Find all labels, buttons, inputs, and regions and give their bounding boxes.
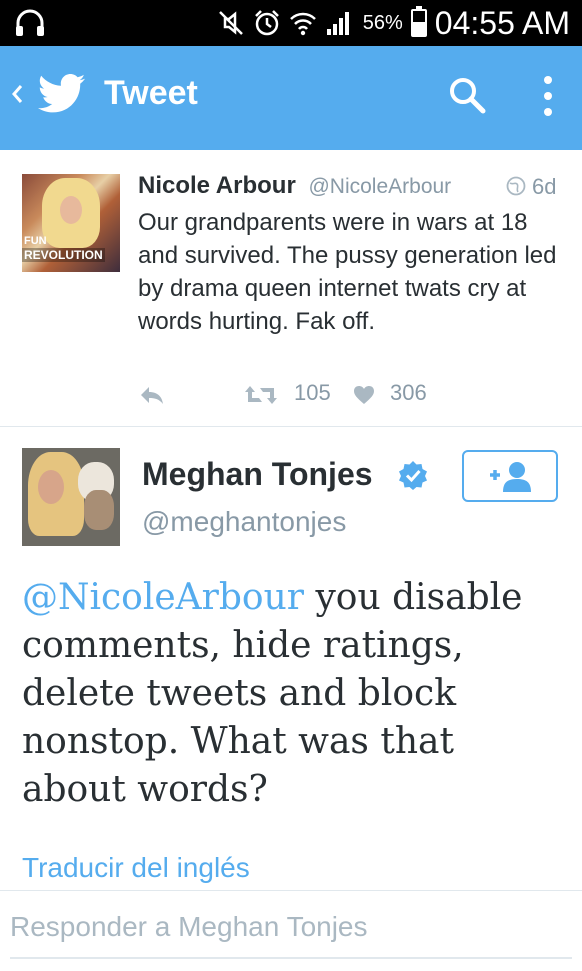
reply-input[interactable]: [10, 907, 570, 947]
heart-icon[interactable]: [352, 383, 376, 407]
more-vert-icon[interactable]: [538, 72, 558, 120]
reply-icon[interactable]: [138, 384, 166, 406]
status-bar: 56% 04:55 AM: [0, 0, 582, 46]
search-icon[interactable]: [446, 74, 488, 116]
wifi-icon: [289, 12, 316, 36]
signal-icon: [326, 12, 349, 35]
globe-icon: [506, 176, 526, 196]
tweet-actions: 105 306: [138, 380, 558, 410]
tweet-age: 6d: [532, 174, 557, 199]
twitter-bird-icon[interactable]: [38, 74, 86, 114]
retweet-icon[interactable]: [244, 384, 278, 406]
battery-icon: [410, 6, 427, 37]
battery-percent: 56%: [362, 11, 403, 34]
verified-badge-icon: [399, 461, 427, 490]
tweet-text: @NicoleArbour you disable comments, hide…: [22, 574, 562, 814]
author-name[interactable]: Meghan Tonjes: [142, 456, 373, 493]
translate-link[interactable]: Traducir del inglés: [22, 852, 250, 884]
avatar-text-bottom: REVOLUTION: [22, 248, 105, 262]
avatar[interactable]: FUN REVOLUTION: [22, 174, 120, 272]
author-handle[interactable]: @NicoleArbour: [308, 175, 451, 198]
retweet-count: 105: [294, 380, 331, 405]
page-title: Tweet: [104, 74, 198, 112]
mute-icon: [218, 11, 243, 35]
follow-button[interactable]: [462, 450, 558, 502]
avatar[interactable]: [22, 448, 120, 546]
alarm-icon: [254, 10, 279, 36]
app-bar: Tweet: [0, 46, 582, 150]
back-chevron-icon[interactable]: [10, 80, 24, 108]
author-name[interactable]: Nicole Arbour: [138, 172, 296, 199]
tweet-header: Nicole Arbour @NicoleArbour: [138, 172, 451, 200]
avatar-text-top: FUN: [24, 235, 47, 247]
reply-underline: [10, 957, 572, 959]
author-handle[interactable]: @meghantonjes: [142, 506, 346, 538]
reply-bar: [0, 890, 582, 971]
mention-link[interactable]: @NicoleArbour: [22, 577, 304, 618]
previous-tweet[interactable]: FUN REVOLUTION Nicole Arbour @NicoleArbo…: [0, 150, 582, 427]
tweet-text: Our grandparents were in wars at 18 and …: [138, 209, 557, 335]
headphones-icon: [16, 9, 44, 36]
like-count: 306: [390, 380, 427, 405]
add-user-icon: [490, 462, 531, 492]
clock-time: 04:55 AM: [434, 4, 570, 41]
